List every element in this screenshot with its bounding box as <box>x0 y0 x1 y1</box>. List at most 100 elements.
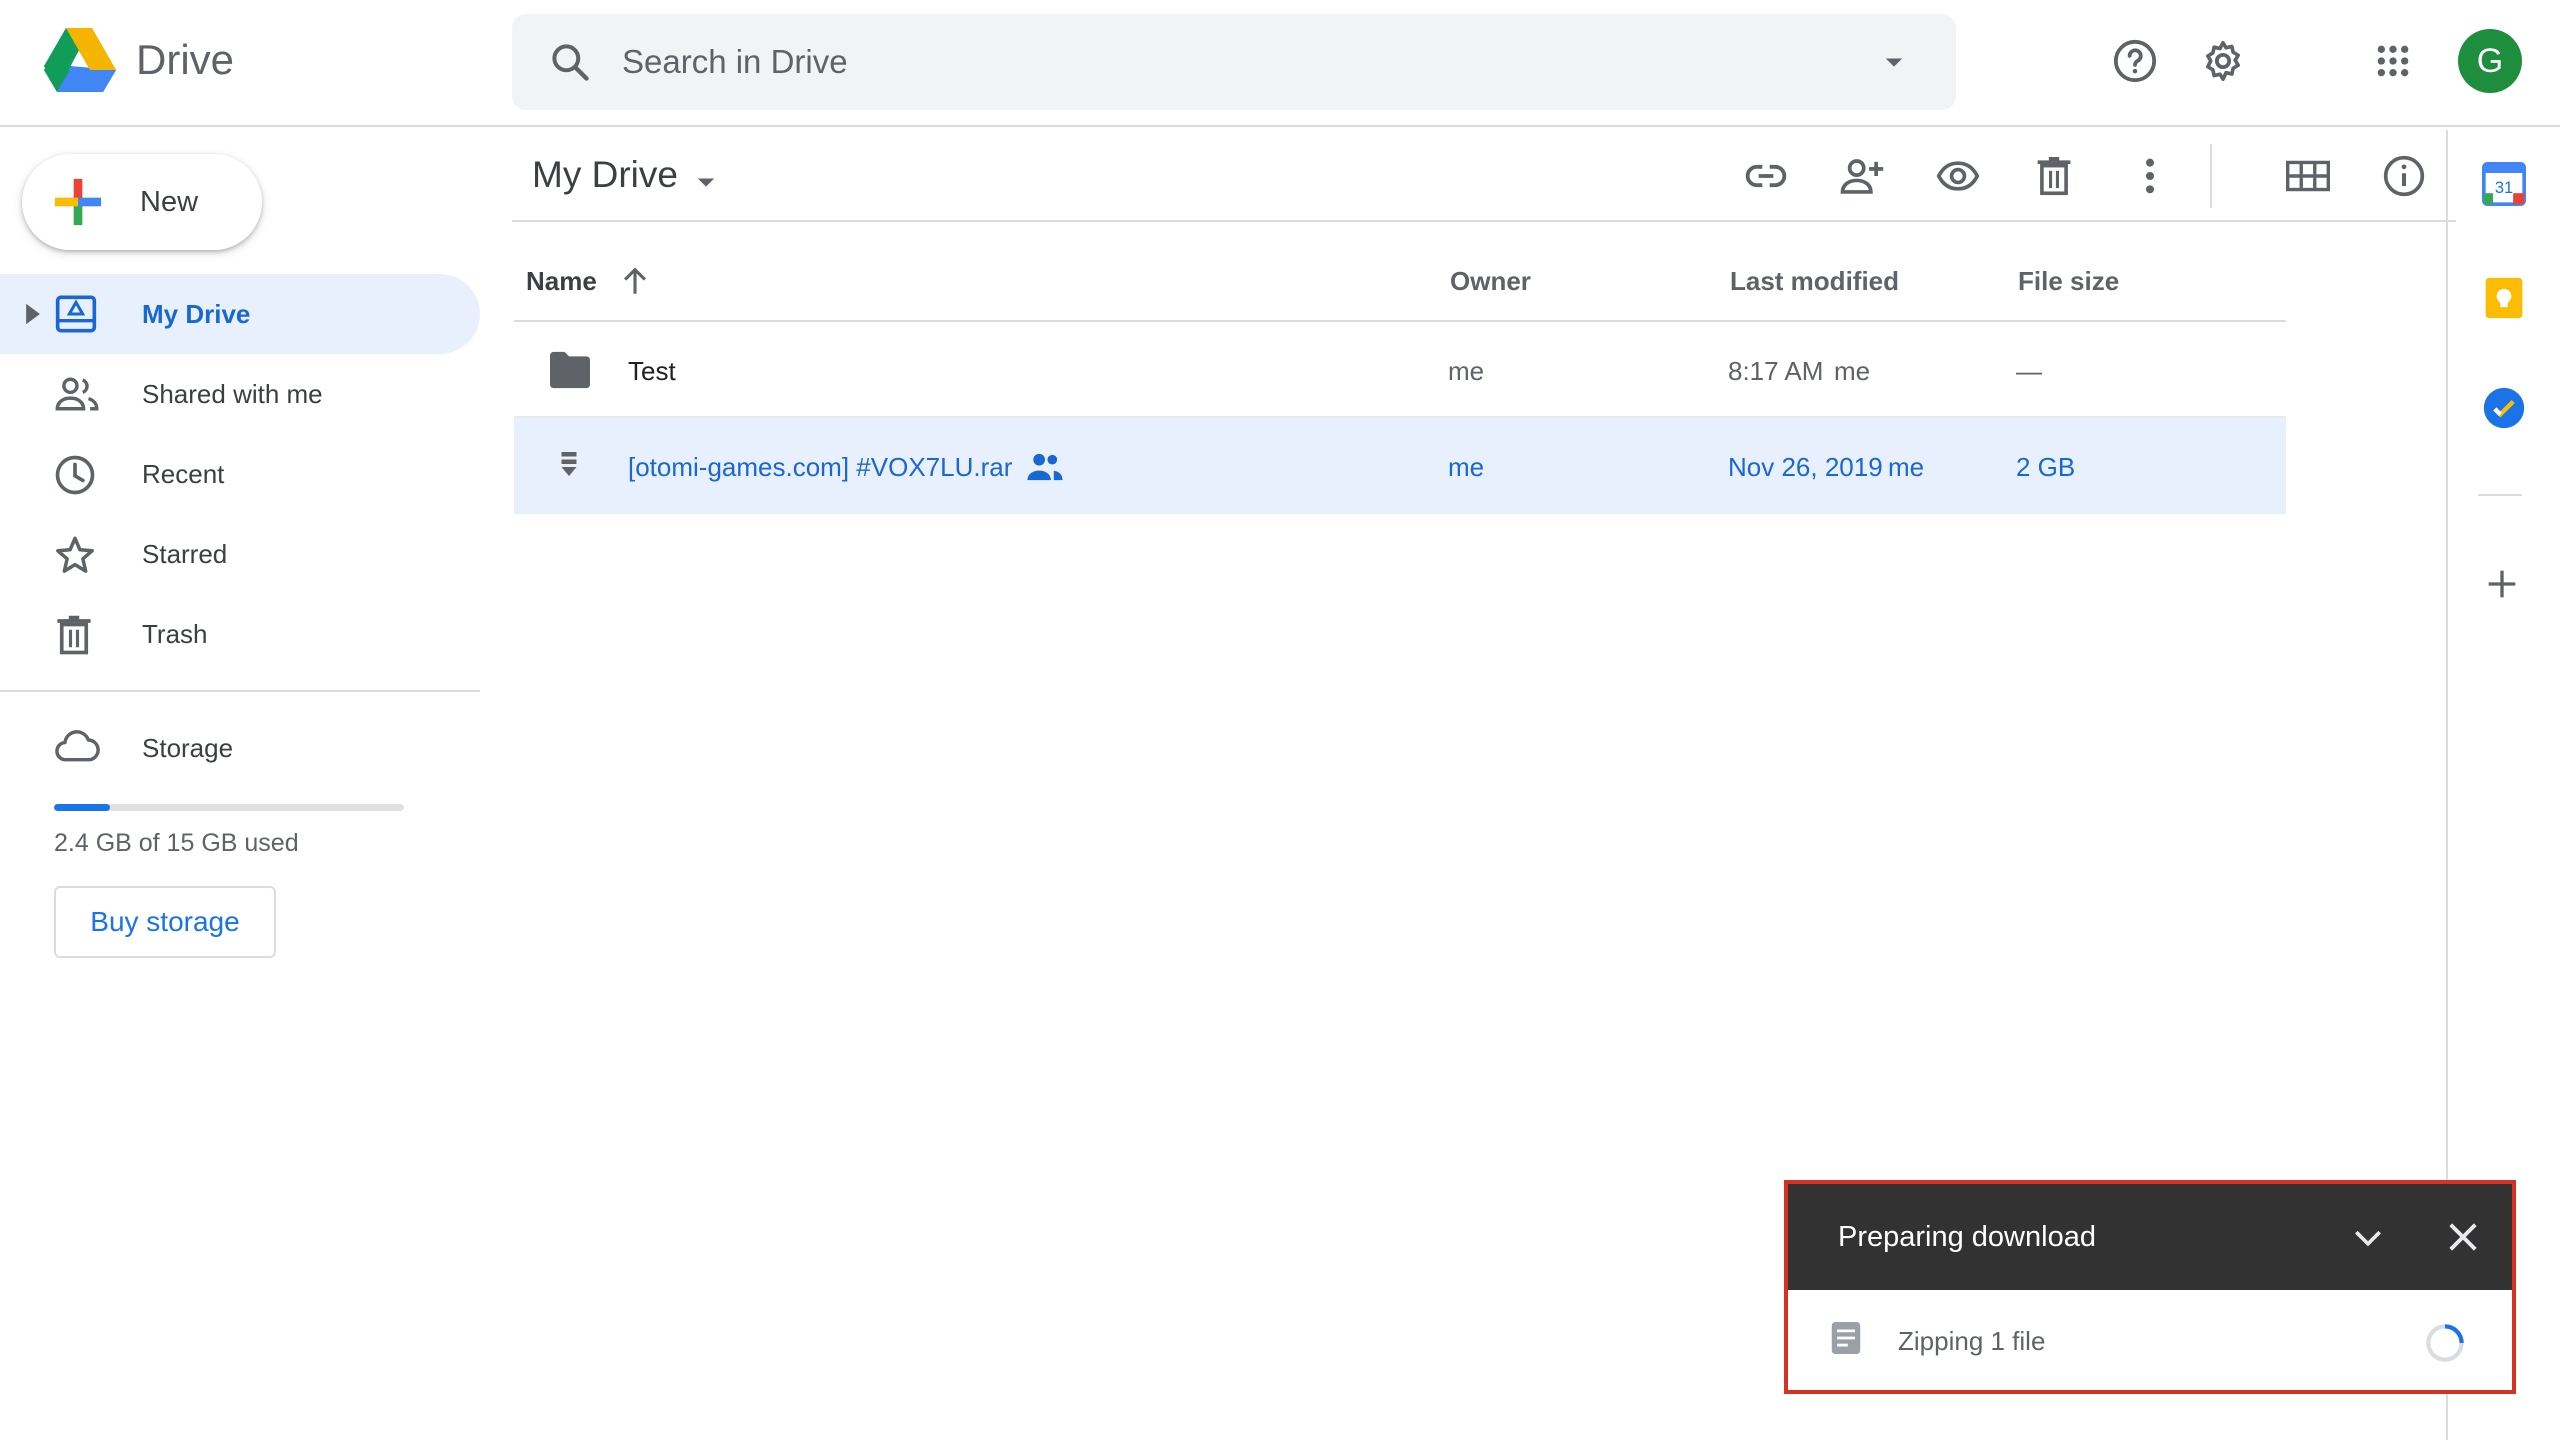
search-input[interactable] <box>622 38 1782 86</box>
grid-view-icon <box>2286 160 2330 192</box>
account-avatar[interactable]: G <box>2458 29 2522 93</box>
more-actions-button[interactable] <box>2118 144 2182 208</box>
storage-usage-bar <box>54 804 404 811</box>
sidebar-item-my-drive[interactable]: My Drive <box>0 274 480 354</box>
sort-ascending-icon[interactable] <box>618 264 652 298</box>
file-name: Test <box>628 356 676 386</box>
download-panel-title: Preparing download <box>1838 1221 2096 1253</box>
get-addons-button[interactable] <box>2482 564 2526 608</box>
storage-usage-fill <box>54 804 110 811</box>
tasks-app-button[interactable] <box>2482 386 2526 430</box>
file-size: 2 GB <box>2016 452 2076 482</box>
eye-icon <box>1935 154 1981 198</box>
top-bar: Drive G <box>0 0 2560 127</box>
file-modified-by: me <box>1834 356 1871 386</box>
file-owner: me <box>1448 452 1485 482</box>
star-icon <box>54 534 96 576</box>
my-drive-icon <box>54 294 98 334</box>
sidebar-item-label: Starred <box>142 539 228 569</box>
download-status-text: Zipping 1 file <box>1898 1326 2046 1356</box>
sidebar-item-starred[interactable]: Starred <box>0 514 480 594</box>
drive-logo-icon[interactable] <box>40 26 118 94</box>
sidebar-item-shared-with-me[interactable]: Shared with me <box>0 354 480 434</box>
search-bar[interactable] <box>512 14 1956 110</box>
document-icon <box>1830 1320 1862 1356</box>
column-header-last-modified[interactable]: Last modified <box>1730 266 1899 297</box>
column-header-file-size[interactable]: File size <box>2018 266 2119 297</box>
sidebar-item-recent[interactable]: Recent <box>0 434 480 514</box>
trash-icon <box>54 614 94 656</box>
plus-icon <box>2482 564 2526 604</box>
keep-lightbulb-icon <box>2482 276 2526 320</box>
close-icon[interactable] <box>2442 1216 2484 1258</box>
side-panel-divider <box>2478 494 2522 496</box>
buy-storage-button[interactable]: Buy storage <box>54 886 276 958</box>
more-vert-icon <box>2143 156 2157 196</box>
file-list: Name Owner Last modified File size Test … <box>514 242 2286 514</box>
help-icon <box>2112 38 2158 84</box>
sidebar-divider <box>0 690 480 692</box>
file-list-header: Name Owner Last modified File size <box>514 242 2286 322</box>
download-item: Zipping 1 file <box>1788 1290 2512 1390</box>
file-owner: me <box>1448 356 1485 386</box>
add-person-icon <box>1839 154 1885 198</box>
column-header-name[interactable]: Name <box>526 266 597 297</box>
chevron-down-icon[interactable] <box>2348 1218 2388 1258</box>
people-icon <box>54 374 100 414</box>
title-dropdown-icon[interactable] <box>692 168 720 196</box>
link-icon <box>1744 154 1788 198</box>
loading-spinner-icon <box>2424 1322 2466 1364</box>
column-header-owner[interactable]: Owner <box>1450 266 1531 297</box>
remove-button[interactable] <box>2022 144 2086 208</box>
search-icon[interactable] <box>548 40 592 84</box>
new-button-label: New <box>140 186 199 218</box>
grid-view-button[interactable] <box>2276 144 2340 208</box>
calendar-app-button[interactable]: 31 <box>2482 162 2526 206</box>
archive-file-icon <box>560 450 578 478</box>
sidebar-item-label: Shared with me <box>142 379 323 409</box>
gear-icon <box>2200 38 2246 84</box>
shared-people-icon <box>1026 452 1064 482</box>
expand-caret-icon[interactable] <box>22 302 44 326</box>
apps-button[interactable] <box>2358 26 2428 96</box>
apps-grid-icon <box>2373 41 2413 81</box>
calendar-icon: 31 <box>2482 162 2526 206</box>
trash-icon <box>2035 155 2073 197</box>
file-size: — <box>2016 356 2042 386</box>
help-button[interactable] <box>2100 26 2170 96</box>
main-header: My Drive <box>512 130 2456 222</box>
toolbar-separator <box>2210 144 2212 208</box>
search-options-dropdown-icon[interactable] <box>1880 48 1908 76</box>
share-button[interactable] <box>1830 144 1894 208</box>
get-link-button[interactable] <box>1734 144 1798 208</box>
clock-icon <box>54 454 96 496</box>
storage-usage-text: 2.4 GB of 15 GB used <box>54 829 299 857</box>
table-row[interactable]: Test me 8:17 AM me — <box>514 322 2286 418</box>
tasks-check-icon <box>2482 386 2526 430</box>
settings-button[interactable] <box>2188 26 2258 96</box>
file-modified-by: me <box>1888 452 1925 482</box>
sidebar-item-label: My Drive <box>142 299 251 329</box>
info-icon <box>2382 154 2426 198</box>
sidebar-nav: My Drive Shared with me Recent Starred T… <box>0 274 480 674</box>
cloud-icon <box>54 728 102 764</box>
sidebar-item-label: Recent <box>142 459 225 489</box>
file-modified-date: Nov 26, 2019 <box>1728 452 1883 482</box>
details-button[interactable] <box>2372 144 2436 208</box>
colorful-plus-icon <box>52 176 104 228</box>
sidebar-item-label: Trash <box>142 619 208 649</box>
new-button[interactable]: New <box>22 154 262 250</box>
keep-app-button[interactable] <box>2482 276 2526 320</box>
file-name: [otomi-games.com] #VOX7LU.rar <box>628 452 1013 482</box>
calendar-day-number: 31 <box>2495 179 2513 197</box>
sidebar-item-trash[interactable]: Trash <box>0 594 480 674</box>
table-row[interactable]: [otomi-games.com] #VOX7LU.rar me Nov 26,… <box>514 418 2286 514</box>
sidebar-item-storage[interactable]: Storage <box>0 708 480 788</box>
file-modified-date: 8:17 AM <box>1728 356 1824 386</box>
download-panel-header: Preparing download <box>1788 1184 2512 1290</box>
page-title[interactable]: My Drive <box>532 154 678 196</box>
folder-icon <box>548 350 592 390</box>
app-name: Drive <box>136 36 235 83</box>
preview-button[interactable] <box>1926 144 1990 208</box>
download-panel: Preparing download Zipping 1 file <box>1784 1180 2516 1394</box>
